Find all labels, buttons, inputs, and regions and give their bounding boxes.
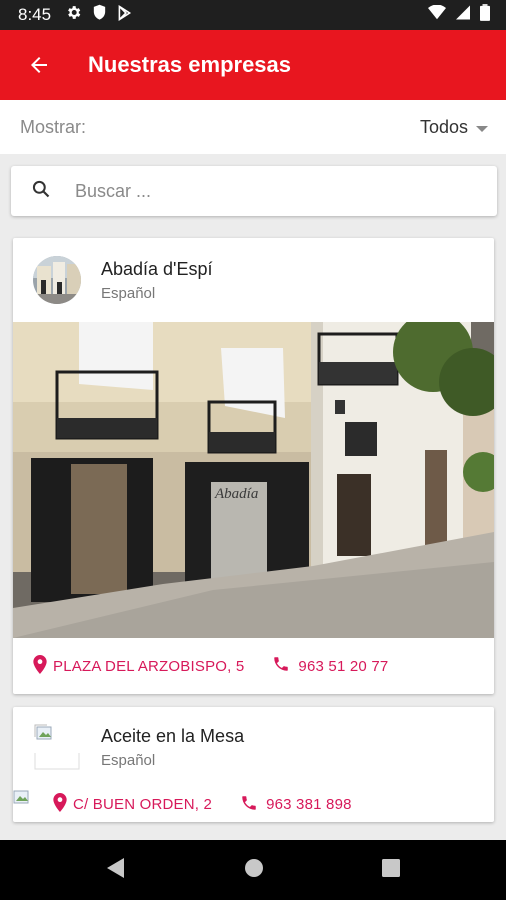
company-card[interactable]: Abadía d'Espí Español Abadía PLAZA DEL A… — [13, 238, 494, 694]
search-icon — [31, 179, 51, 204]
app-bar: Nuestras empresas — [0, 30, 506, 100]
status-bar: 8:45 — [0, 0, 506, 30]
arrow-left-icon[interactable] — [22, 48, 56, 82]
broken-image-icon — [33, 723, 81, 771]
broken-image-icon — [13, 790, 29, 804]
company-phone-link[interactable]: 963 51 20 77 — [272, 655, 388, 677]
shield-icon — [92, 4, 107, 26]
caret-down-icon — [476, 117, 488, 138]
search-bar — [11, 166, 497, 216]
filter-dropdown[interactable]: Todos — [420, 117, 488, 138]
nav-home-icon[interactable] — [244, 858, 264, 883]
shop-sign-text: Abadía — [214, 486, 258, 502]
play-store-icon — [117, 4, 132, 26]
signal-icon — [456, 5, 470, 25]
status-time: 8:45 — [18, 5, 52, 24]
wifi-icon — [428, 4, 446, 25]
company-phone-link[interactable]: 963 381 898 — [240, 794, 352, 816]
gear-icon — [65, 4, 82, 26]
company-phone: 963 51 20 77 — [298, 657, 389, 675]
company-photo: Abadía — [13, 322, 494, 638]
company-language: Español — [101, 751, 156, 769]
company-name: Aceite en la Mesa — [101, 725, 245, 746]
nav-recents-icon[interactable] — [382, 858, 400, 882]
company-card-header: Aceite en la Mesa Español — [13, 707, 494, 787]
company-address: PLAZA DEL ARZOBISPO, 5 — [53, 657, 245, 675]
company-name: Abadía d'Espí — [101, 258, 213, 279]
system-nav-bar — [0, 840, 506, 900]
filter-row: Mostrar: Todos — [0, 100, 506, 154]
page-title: Nuestras empresas — [88, 52, 292, 77]
company-avatar — [33, 256, 81, 304]
filter-label: Mostrar: — [20, 116, 87, 137]
map-pin-icon — [33, 654, 47, 678]
company-contact-row: C/ BUEN ORDEN, 2 963 381 898 — [13, 787, 494, 822]
battery-icon — [480, 4, 490, 26]
company-contact-row: PLAZA DEL ARZOBISPO, 5 963 51 20 77 — [13, 638, 494, 694]
map-pin-icon — [53, 793, 67, 816]
company-address-link[interactable]: PLAZA DEL ARZOBISPO, 5 — [33, 654, 245, 678]
company-card-header: Abadía d'Espí Español — [13, 238, 494, 322]
company-address-link[interactable]: C/ BUEN ORDEN, 2 — [53, 793, 212, 816]
search-input[interactable] — [75, 180, 455, 202]
phone-icon — [272, 655, 290, 677]
filter-selected-value: Todos — [419, 116, 468, 137]
company-language: Español — [101, 284, 156, 302]
company-card[interactable]: Aceite en la Mesa Español C/ BUEN ORDEN,… — [13, 707, 494, 822]
company-address: C/ BUEN ORDEN, 2 — [73, 796, 213, 813]
company-phone: 963 381 898 — [266, 796, 352, 813]
nav-back-icon[interactable] — [106, 857, 126, 884]
phone-icon — [240, 794, 258, 816]
